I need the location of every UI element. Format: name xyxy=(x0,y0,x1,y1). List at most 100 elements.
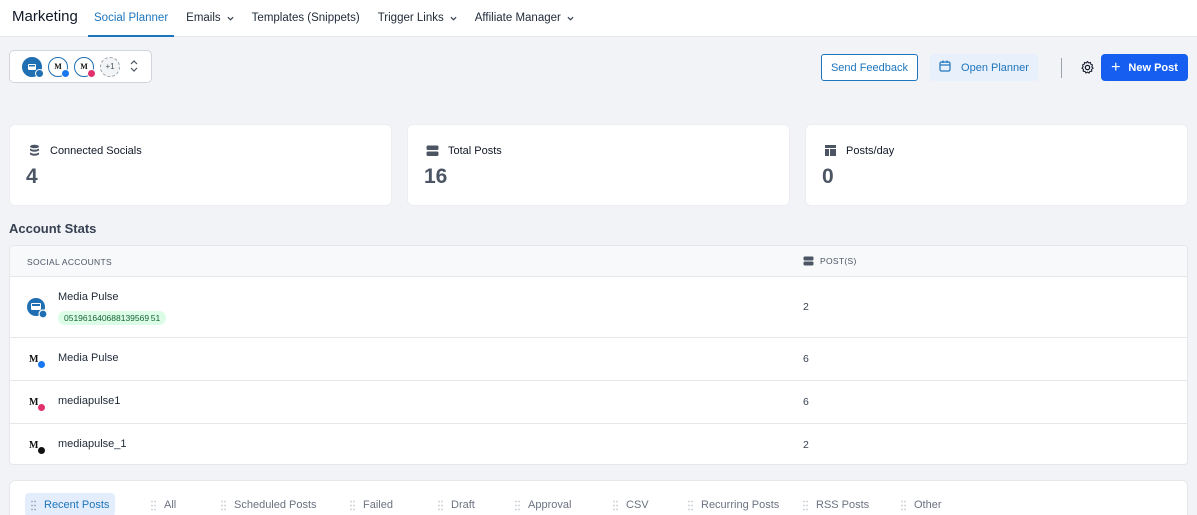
tab-recent-posts[interactable]: Recent Posts xyxy=(25,493,116,515)
section-title: Account Stats xyxy=(9,221,97,236)
server-icon xyxy=(426,144,439,157)
stat-label: Posts/day xyxy=(846,144,895,157)
tab-approval[interactable]: Approval xyxy=(509,493,577,515)
account-name: Media Pulse xyxy=(58,352,119,364)
table-row[interactable]: M Media Pulse 6 xyxy=(10,338,1187,381)
account-selector[interactable]: M M +1 xyxy=(9,50,152,83)
tab-label: Recent Posts xyxy=(44,499,110,511)
google-business-avatar-icon xyxy=(26,297,48,319)
account-avatar-google-business xyxy=(22,56,44,78)
account-name: mediapulse_1 xyxy=(58,438,127,450)
open-planner-button[interactable]: Open Planner xyxy=(930,54,1038,81)
account-avatar-facebook: M xyxy=(48,56,70,78)
post-count: 6 xyxy=(803,396,809,408)
open-planner-label: Open Planner xyxy=(961,61,1029,74)
database-icon xyxy=(28,144,41,157)
stat-card-connected-socials: Connected Socials 4 xyxy=(9,124,392,206)
tab-label: Emails xyxy=(186,12,221,24)
tab-label: Draft xyxy=(451,499,475,511)
chevron-down-icon xyxy=(227,15,234,22)
tab-all[interactable]: All xyxy=(145,493,182,515)
tab-label: Templates (Snippets) xyxy=(251,12,360,24)
table-row[interactable]: M mediapulse1 6 xyxy=(10,381,1187,424)
tab-affiliate-manager[interactable]: Affiliate Manager xyxy=(469,0,580,36)
drag-handle-icon xyxy=(613,500,618,511)
drag-handle-icon xyxy=(803,500,808,511)
tab-rss-posts[interactable]: RSS Posts xyxy=(797,493,875,515)
column-header-social-accounts: SOCIAL ACCOUNTS xyxy=(27,257,112,267)
send-feedback-button[interactable]: Send Feedback xyxy=(821,54,918,81)
drag-handle-icon xyxy=(350,500,355,511)
stat-card-posts-per-day: Posts/day 0 xyxy=(805,124,1188,206)
stat-value: 4 xyxy=(26,165,38,188)
post-count: 2 xyxy=(803,301,809,313)
tab-failed[interactable]: Failed xyxy=(344,493,399,515)
stat-value: 16 xyxy=(424,165,448,188)
tab-label: CSV xyxy=(626,499,649,511)
column-header-posts: POST(S) xyxy=(803,256,857,266)
account-id-badge: 051961640688139569 51 xyxy=(58,311,167,325)
google-business-icon xyxy=(35,68,44,78)
instagram-avatar-icon: M xyxy=(26,392,48,414)
table-row[interactable]: M mediapulse_1 2 xyxy=(10,424,1187,464)
more-accounts-badge: +1 xyxy=(100,56,120,77)
chevron-down-icon xyxy=(450,15,457,22)
instagram-icon xyxy=(87,68,96,78)
toolbar-divider xyxy=(1061,58,1062,78)
posts-tabs: Recent Posts All Scheduled Posts Failed … xyxy=(9,480,1188,515)
stat-value: 0 xyxy=(822,165,834,188)
app-title: Marketing xyxy=(12,8,78,25)
tab-csv[interactable]: CSV xyxy=(607,493,655,515)
layout-icon xyxy=(824,144,837,157)
gear-icon[interactable] xyxy=(1080,60,1095,75)
drag-handle-icon xyxy=(688,500,693,511)
tab-social-planner[interactable]: Social Planner xyxy=(88,0,175,37)
account-avatar-instagram: M xyxy=(74,56,96,78)
tab-label: Failed xyxy=(363,499,393,511)
facebook-icon xyxy=(61,68,70,78)
tab-trigger-links[interactable]: Trigger Links xyxy=(372,0,463,36)
tab-label: Affiliate Manager xyxy=(474,12,561,24)
tab-recurring-posts[interactable]: Recurring Posts xyxy=(682,493,785,515)
tab-label: Approval xyxy=(528,499,572,511)
plus-icon: + xyxy=(1111,58,1121,76)
tab-emails[interactable]: Emails xyxy=(180,0,240,36)
drag-handle-icon xyxy=(151,500,156,511)
account-name: Media Pulse xyxy=(58,291,119,303)
column-header-label: POST(S) xyxy=(820,256,857,266)
calendar-icon xyxy=(939,60,951,75)
tab-draft[interactable]: Draft xyxy=(432,493,481,515)
tab-label: Other xyxy=(914,499,942,511)
table-row[interactable]: Media Pulse 051961640688139569 51 2 xyxy=(10,277,1187,338)
tab-label: Recurring Posts xyxy=(701,499,780,511)
new-post-button[interactable]: + New Post xyxy=(1101,54,1188,81)
new-post-label: New Post xyxy=(1128,61,1178,74)
stat-card-total-posts: Total Posts 16 xyxy=(407,124,790,206)
drag-handle-icon xyxy=(515,500,520,511)
sort-toggle-icon xyxy=(130,60,138,73)
threads-avatar-icon: M xyxy=(26,435,48,457)
account-name: mediapulse1 xyxy=(58,395,121,407)
server-icon xyxy=(803,256,814,266)
stat-label: Total Posts xyxy=(448,144,502,157)
tab-label: Scheduled Posts xyxy=(234,499,317,511)
drag-handle-icon xyxy=(221,500,226,511)
tab-templates[interactable]: Templates (Snippets) xyxy=(246,0,366,36)
drag-handle-icon xyxy=(31,500,36,511)
post-count: 2 xyxy=(803,439,809,451)
account-stats-table: SOCIAL ACCOUNTS POST(S) Media Pulse 0519… xyxy=(9,245,1188,465)
top-nav: Marketing Social Planner Emails Template… xyxy=(0,0,1197,37)
tab-label: Trigger Links xyxy=(377,12,444,24)
tab-scheduled-posts[interactable]: Scheduled Posts xyxy=(215,493,323,515)
drag-handle-icon xyxy=(438,500,443,511)
post-count: 6 xyxy=(803,353,809,365)
table-header: SOCIAL ACCOUNTS POST(S) xyxy=(10,246,1187,277)
tab-other[interactable]: Other xyxy=(895,493,948,515)
stat-label: Connected Socials xyxy=(50,144,142,157)
chevron-down-icon xyxy=(567,15,574,22)
drag-handle-icon xyxy=(901,500,906,511)
tab-label: RSS Posts xyxy=(816,499,870,511)
tab-label: Social Planner xyxy=(94,12,169,24)
facebook-avatar-icon: M xyxy=(26,349,48,371)
tab-label: All xyxy=(164,499,177,511)
